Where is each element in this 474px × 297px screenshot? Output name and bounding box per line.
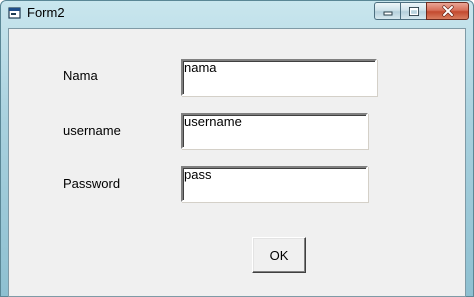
close-icon (441, 5, 454, 17)
password-textbox[interactable]: pass (181, 166, 368, 202)
caption-buttons (374, 2, 469, 21)
maximize-icon (408, 6, 419, 16)
title-bar[interactable]: Form2 (1, 1, 473, 27)
password-label: Password (63, 176, 121, 191)
close-button[interactable] (426, 2, 469, 20)
nama-label: Nama (63, 68, 98, 83)
maximize-button[interactable] (400, 2, 426, 20)
form-client-area: Nama nama username username Password pas… (8, 28, 466, 297)
username-label: username (63, 123, 121, 138)
minimize-button[interactable] (374, 2, 400, 20)
nama-textbox[interactable]: nama (181, 59, 377, 96)
form2-window: Form2 Nama nama username username Passwo… (0, 0, 474, 297)
form-window-icon (8, 7, 21, 19)
minimize-icon (383, 11, 392, 16)
window-title: Form2 (27, 5, 65, 20)
username-textbox[interactable]: username (181, 113, 368, 149)
ok-button[interactable]: OK (252, 237, 306, 273)
